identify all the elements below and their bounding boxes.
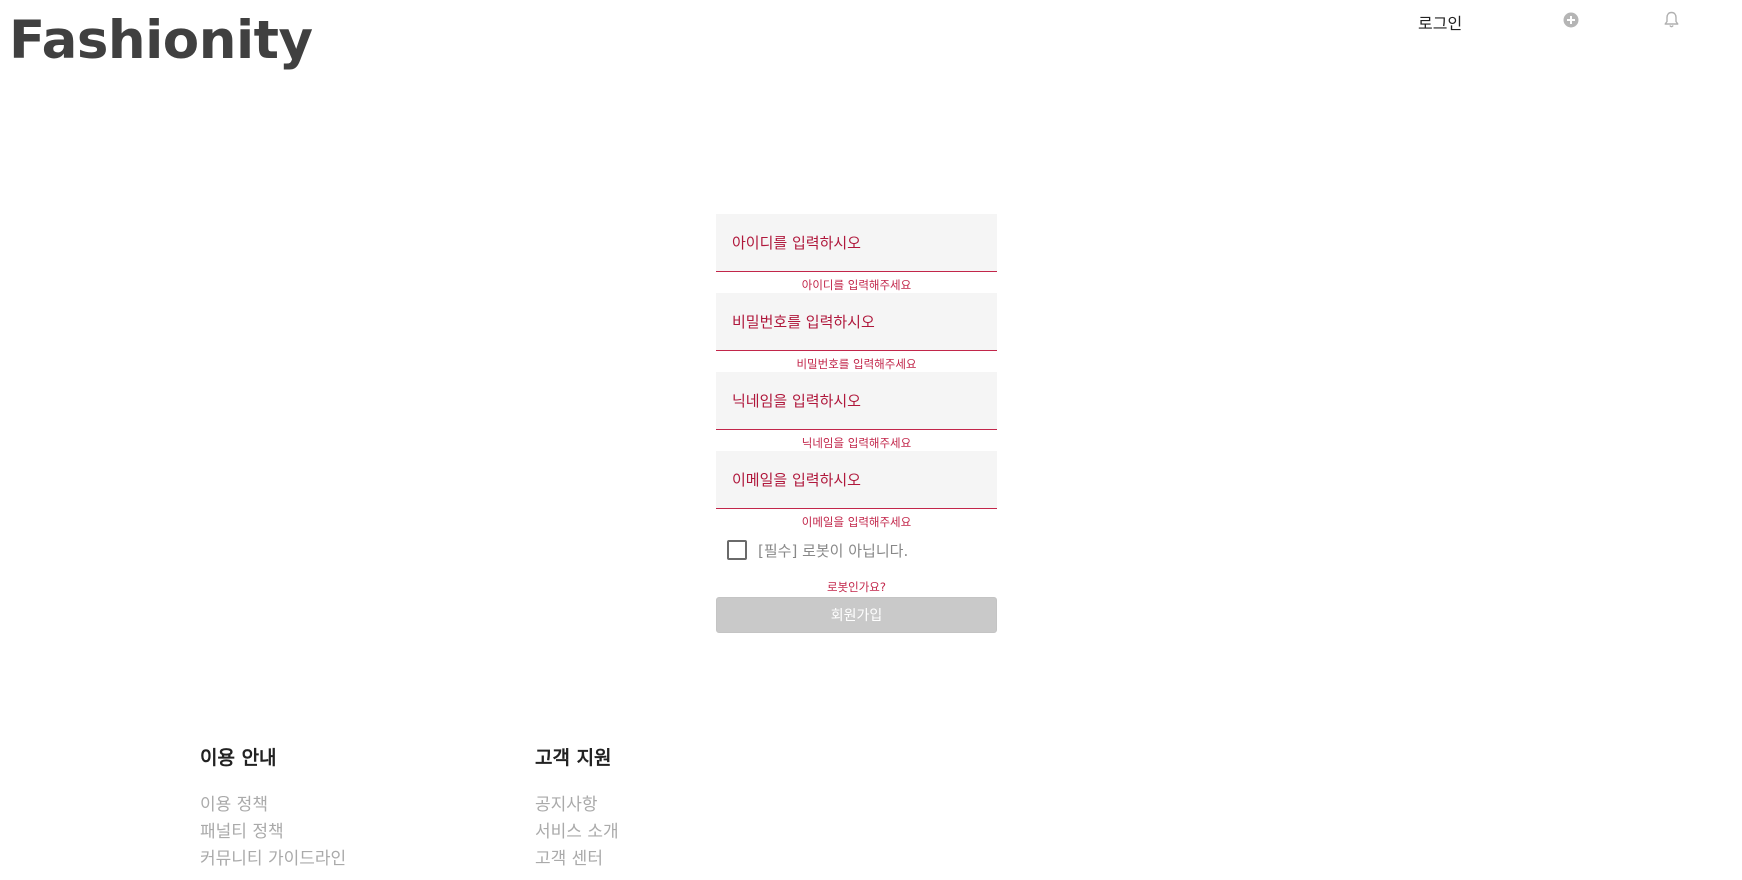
footer-link-customer-center[interactable]: 고객 센터 xyxy=(535,846,619,873)
login-link[interactable]: 로그인 xyxy=(1418,10,1462,34)
footer-link-service-intro[interactable]: 서비스 소개 xyxy=(535,819,619,846)
robot-check-row[interactable]: [필수] 로봇이 아닙니다. xyxy=(716,534,997,566)
robot-check-label[interactable]: [필수] 로봇이 아닙니다. xyxy=(758,540,908,561)
footer-link-usage-policy[interactable]: 이용 정책 xyxy=(200,792,346,819)
footer-link-penalty-policy[interactable]: 패널티 정책 xyxy=(200,819,346,846)
robot-checkbox[interactable] xyxy=(727,540,747,560)
email-input[interactable] xyxy=(716,451,997,509)
password-input[interactable] xyxy=(716,293,997,351)
signup-page: Fashionity 로그인 아이디를 입력해주세요 비밀번호를 입력해주세요 … xyxy=(0,0,1742,880)
bell-icon[interactable] xyxy=(1663,11,1680,29)
footer-usage-title: 이용 안내 xyxy=(200,747,277,769)
nickname-field-group: 닉네임을 입력해주세요 xyxy=(716,372,997,451)
id-field-group: 아이디를 입력해주세요 xyxy=(716,214,997,293)
email-error-message: 이메일을 입력해주세요 xyxy=(801,515,912,529)
footer-support-section: 고객 지원 공지사항 서비스 소개 고객 센터 xyxy=(535,746,619,873)
footer-support-title: 고객 지원 xyxy=(535,747,612,769)
id-error-message: 아이디를 입력해주세요 xyxy=(801,278,912,292)
password-error-message: 비밀번호를 입력해주세요 xyxy=(796,357,917,371)
id-input[interactable] xyxy=(716,214,997,272)
footer-link-notice[interactable]: 공지사항 xyxy=(535,792,619,819)
password-field-group: 비밀번호를 입력해주세요 xyxy=(716,293,997,372)
site-logo[interactable]: Fashionity xyxy=(9,14,313,67)
email-field-group: 이메일을 입력해주세요 xyxy=(716,451,997,530)
signup-form: 아이디를 입력해주세요 비밀번호를 입력해주세요 닉네임을 입력해주세요 이메일… xyxy=(716,214,997,633)
signup-button[interactable]: 회원가입 xyxy=(716,597,997,633)
footer-link-community-guidelines[interactable]: 커뮤니티 가이드라인 xyxy=(200,846,346,873)
footer-usage-section: 이용 안내 이용 정책 패널티 정책 커뮤니티 가이드라인 xyxy=(200,746,346,873)
plus-circle-icon[interactable] xyxy=(1563,12,1579,28)
nickname-input[interactable] xyxy=(716,372,997,430)
robot-error-message: 로봇인가요? xyxy=(826,580,886,594)
nickname-error-message: 닉네임을 입력해주세요 xyxy=(801,436,912,450)
